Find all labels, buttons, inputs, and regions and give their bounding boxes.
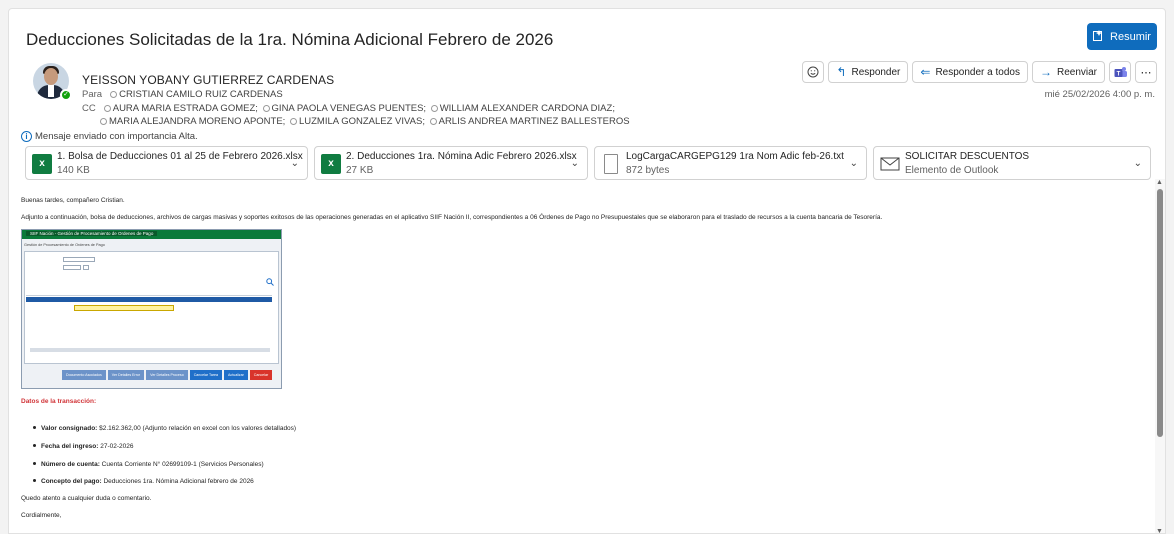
embedded-header: SIIF Nación - Gestión de Procesamiento d… bbox=[26, 231, 158, 236]
status-circle-icon bbox=[289, 118, 297, 125]
embedded-button: Actualizar bbox=[224, 370, 248, 380]
status-circle-icon bbox=[110, 91, 118, 98]
embedded-button: Cancelar bbox=[249, 370, 273, 380]
transaction-title: Datos de la transacción: bbox=[21, 398, 97, 405]
closing-line: Quedo atento a cualquier duda o comentar… bbox=[21, 495, 152, 502]
scroll-up-arrow-icon[interactable]: ▲ bbox=[1156, 179, 1163, 186]
summarize-icon bbox=[1093, 29, 1104, 44]
embedded-button: Cancelar Tarea bbox=[189, 370, 223, 380]
chevron-down-icon[interactable]: ⌄ bbox=[571, 158, 579, 169]
importance-text: Mensaje enviado con importancia Alta. bbox=[35, 131, 198, 142]
summarize-button[interactable]: Resumir bbox=[1087, 23, 1157, 50]
reply-all-button[interactable]: ⇐ Responder a todos bbox=[912, 61, 1028, 83]
status-circle-icon bbox=[100, 118, 107, 125]
attachment-name: 1. Bolsa de Deducciones 01 al 25 de Febr… bbox=[57, 151, 303, 162]
item-value: Cuenta Corriente N° 02699109-1 (Servicio… bbox=[99, 461, 264, 468]
embedded-screenshot: SIIF Nación - Gestión de Procesamiento d… bbox=[21, 229, 282, 389]
reply-all-label: Responder a todos bbox=[935, 66, 1020, 78]
reply-arrow-icon: ↰ bbox=[836, 65, 847, 79]
importance-notice: i Mensaje enviado con importancia Alta. bbox=[21, 131, 198, 142]
attachment-card[interactable]: SOLICITAR DESCUENTOS Elemento de Outlook… bbox=[873, 146, 1151, 180]
status-circle-icon bbox=[430, 105, 438, 112]
item-label: Número de cuenta: bbox=[41, 461, 100, 468]
message-actions: ↰ Responder ⇐ Responder a todos → Reenvi… bbox=[802, 61, 1157, 83]
cc-recipient[interactable]: LUZMILA GONZALEZ VIVAS; bbox=[299, 116, 425, 127]
cc-line-1: CC AURA MARIA ESTRADA GOMEZ; GINA PAOLA V… bbox=[82, 103, 615, 114]
scrollbar[interactable]: ▲ ▼ bbox=[1155, 179, 1165, 533]
ellipsis-icon: ⋯ bbox=[1140, 66, 1152, 79]
sent-date: mié 25/02/2026 4:00 p. m. bbox=[1044, 89, 1155, 100]
excel-file-icon: x bbox=[32, 154, 55, 174]
item-label: Fecha del ingreso: bbox=[41, 443, 99, 450]
attachment-size: 27 KB bbox=[346, 165, 374, 176]
reply-all-arrow-icon: ⇐ bbox=[920, 65, 931, 79]
attachments-bar: x 1. Bolsa de Deducciones 01 al 25 de Fe… bbox=[25, 146, 1151, 180]
status-circle-icon bbox=[262, 105, 270, 112]
embedded-button: Ver Detalles Error bbox=[107, 370, 145, 380]
status-circle-icon bbox=[103, 105, 111, 112]
attachment-name: SOLICITAR DESCUENTOS bbox=[905, 151, 1030, 162]
summarize-label: Resumir bbox=[1110, 30, 1151, 43]
info-icon: i bbox=[21, 131, 32, 142]
reply-label: Responder bbox=[851, 66, 901, 78]
list-item: Número de cuenta: Cuenta Corriente N° 02… bbox=[33, 461, 264, 468]
reply-button[interactable]: ↰ Responder bbox=[828, 61, 909, 83]
cc-recipient[interactable]: GINA PAOLA VENEGAS PUENTES; bbox=[272, 103, 427, 114]
attachment-card[interactable]: x 2. Deducciones 1ra. Nómina Adic Febrer… bbox=[314, 146, 588, 180]
list-item: Concepto del pago: Deducciones 1ra. Nómi… bbox=[33, 478, 254, 485]
reading-pane: Deducciones Solicitadas de la 1ra. Nómin… bbox=[8, 8, 1166, 534]
to-recipient[interactable]: CRISTIAN CAMILO RUIZ CARDENAS bbox=[119, 89, 283, 100]
list-item: Valor consignado: $2.162.362,00 (Adjunto… bbox=[33, 425, 296, 432]
cc-recipient[interactable]: WILLIAM ALEXANDER CARDONA DIAZ; bbox=[440, 103, 615, 114]
to-label: Para bbox=[82, 89, 103, 100]
cc-label: CC bbox=[82, 103, 96, 114]
embedded-button: Documento Asociados bbox=[62, 370, 106, 380]
attachment-name: LogCargaCARGEPG129 1ra Nom Adic feb-26.t… bbox=[626, 151, 844, 162]
signature-line: Cordialmente, bbox=[21, 512, 62, 519]
cc-recipient[interactable]: MARIA ALEJANDRA MORENO APONTE; bbox=[109, 116, 285, 127]
chevron-down-icon[interactable]: ⌄ bbox=[850, 158, 858, 169]
embedded-button: Ver Detalles Proceso bbox=[146, 370, 188, 380]
scroll-down-arrow-icon[interactable]: ▼ bbox=[1156, 528, 1163, 533]
embedded-buttons: Documento Asociados Ver Detalles Error V… bbox=[62, 370, 273, 380]
attachment-size: Elemento de Outlook bbox=[905, 165, 999, 176]
teams-button[interactable]: T bbox=[1109, 61, 1131, 83]
presence-available-icon: ✓ bbox=[60, 89, 72, 101]
cc-recipient[interactable]: AURA MARIA ESTRADA GOMEZ; bbox=[113, 103, 258, 114]
status-circle-icon bbox=[429, 118, 437, 125]
item-label: Concepto del pago: bbox=[41, 478, 102, 485]
sender-name[interactable]: YEISSON YOBANY GUTIERREZ CARDENAS bbox=[82, 73, 334, 87]
item-value: 27-02-2026 bbox=[98, 443, 134, 450]
envelope-icon bbox=[880, 157, 900, 171]
attachment-size: 872 bytes bbox=[626, 165, 670, 176]
attachment-card[interactable]: x 1. Bolsa de Deducciones 01 al 25 de Fe… bbox=[25, 146, 308, 180]
cc-line-2: MARIA ALEJANDRA MORENO APONTE; LUZMILA G… bbox=[98, 116, 630, 127]
greeting: Buenas tardes, compañero Cristian. bbox=[21, 197, 125, 204]
forward-button[interactable]: → Reenviar bbox=[1031, 61, 1105, 83]
emoji-reaction-button[interactable] bbox=[802, 61, 825, 83]
attachment-name: 2. Deducciones 1ra. Nómina Adic Febrero … bbox=[346, 151, 577, 162]
item-value: Deducciones 1ra. Nómina Adicional febrer… bbox=[101, 478, 254, 485]
attachment-size: 140 KB bbox=[57, 165, 90, 176]
attachment-card[interactable]: LogCargaCARGEPG129 1ra Nom Adic feb-26.t… bbox=[594, 146, 867, 180]
svg-text:T: T bbox=[1116, 71, 1120, 77]
text-file-icon bbox=[604, 154, 618, 174]
to-line: Para CRISTIAN CAMILO RUIZ CARDENAS bbox=[82, 89, 283, 100]
chevron-down-icon[interactable]: ⌄ bbox=[291, 158, 299, 169]
embedded-subtitle: Gestión de Procesamiento de Ordenes de P… bbox=[24, 243, 105, 247]
teams-icon: T bbox=[1114, 66, 1127, 77]
forward-arrow-icon: → bbox=[1039, 65, 1052, 79]
scrollbar-thumb[interactable] bbox=[1157, 189, 1163, 437]
excel-file-icon: x bbox=[321, 154, 344, 174]
item-label: Valor consignado: bbox=[41, 425, 98, 432]
forward-label: Reenviar bbox=[1056, 66, 1097, 78]
chevron-down-icon[interactable]: ⌄ bbox=[1134, 158, 1142, 169]
email-subject: Deducciones Solicitadas de la 1ra. Nómin… bbox=[26, 30, 554, 49]
body-paragraph: Adjunto a continuación, bolsa de deducci… bbox=[21, 214, 883, 221]
cc-recipient[interactable]: ARLIS ANDREA MARTINEZ BALLESTEROS bbox=[439, 116, 630, 127]
item-value: $2.162.362,00 (Adjunto relación en excel… bbox=[97, 425, 297, 432]
list-item: Fecha del ingreso: 27-02-2026 bbox=[33, 443, 134, 450]
smiley-icon bbox=[807, 66, 819, 78]
more-actions-button[interactable]: ⋯ bbox=[1135, 61, 1157, 83]
